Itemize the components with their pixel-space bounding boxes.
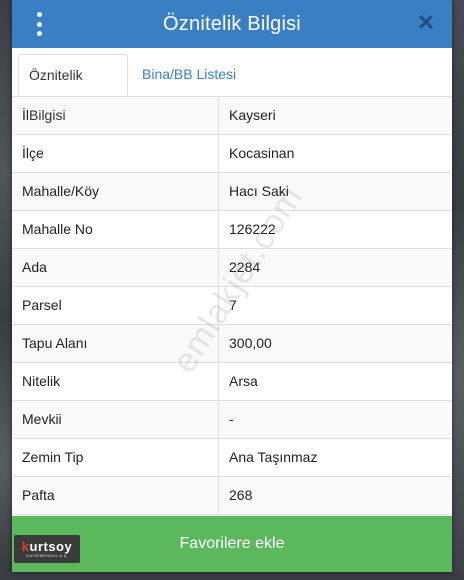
- attribute-value: 7: [229, 297, 237, 313]
- menu-dot: [36, 12, 42, 17]
- table-row: Pafta 268: [12, 477, 452, 515]
- attribute-key: Ada: [12, 249, 219, 286]
- table-row: İlçe Kocasinan: [12, 135, 452, 173]
- attribute-value: 300,00: [229, 335, 272, 351]
- attribute-value: 126222: [229, 221, 276, 237]
- attribute-value: -: [229, 411, 234, 427]
- logo-subtitle: GAYRİMENKUL A.Ş.: [26, 552, 68, 558]
- attribute-key: Mahalle No: [12, 211, 219, 248]
- attribute-key: Tapu Alanı: [12, 325, 219, 362]
- kebab-menu-icon[interactable]: [28, 12, 50, 36]
- attribute-key: Mahalle/Köy: [12, 173, 219, 210]
- attribute-value: Hacı Saki: [229, 183, 289, 199]
- menu-dot: [36, 21, 42, 27]
- table-row: Mevkii -: [12, 401, 452, 439]
- attribute-key: Nitelik: [12, 363, 219, 400]
- table-row: Mahalle No 126222: [12, 211, 452, 249]
- attribute-value: Kocasinan: [229, 145, 295, 161]
- attribute-key: İlçe: [12, 135, 219, 172]
- dialog-title: Öznitelik Bilgisi: [163, 12, 301, 35]
- table-row: Mahalle/Köy Hacı Saki: [12, 173, 452, 211]
- attribute-key: Zemin Tip: [12, 439, 219, 476]
- attribute-value: Ana Taşınmaz: [229, 449, 318, 465]
- menu-dot: [36, 31, 42, 36]
- table-row: Tapu Alanı 300,00: [12, 325, 452, 363]
- table-row: Zemin Tip Ana Taşınmaz: [12, 439, 452, 477]
- table-row: Ada 2284: [12, 249, 452, 287]
- logo-name: kurtsoy: [21, 538, 73, 554]
- map-background-bottom: [0, 572, 464, 580]
- attribute-key: Parsel: [12, 287, 219, 324]
- table-row: İl Kayseri: [12, 97, 452, 135]
- close-icon[interactable]: ✕: [414, 10, 438, 36]
- table-row: Parsel 7: [12, 287, 452, 325]
- attribute-value: Kayseri: [229, 107, 276, 123]
- dialog-header: Öznitelik Bilgisi ✕: [12, 0, 452, 48]
- attribute-info-dialog: Öznitelik Bilgisi ✕ Öznitelik Bilgisi Bi…: [12, 0, 452, 572]
- tab-bar: Öznitelik Bilgisi Bina/BB Listesi: [12, 48, 452, 123]
- kurtsoy-logo: kurtsoy GAYRİMENKUL A.Ş.: [14, 535, 80, 563]
- attribute-value: Arsa: [229, 373, 258, 389]
- attribute-table: İl Kayseri İlçe Kocasinan Mahalle/Köy Ha…: [12, 97, 452, 515]
- attribute-key: Mevkii: [12, 401, 219, 438]
- attribute-value: 2284: [229, 259, 261, 275]
- attribute-value: 268: [229, 487, 253, 503]
- tab-attribute-info[interactable]: Öznitelik Bilgisi: [18, 54, 128, 123]
- table-row: Nitelik Arsa: [12, 363, 452, 401]
- map-background-right: [450, 0, 464, 580]
- attribute-key: Pafta: [12, 477, 219, 514]
- tab-building-list[interactable]: Bina/BB Listesi: [132, 54, 246, 96]
